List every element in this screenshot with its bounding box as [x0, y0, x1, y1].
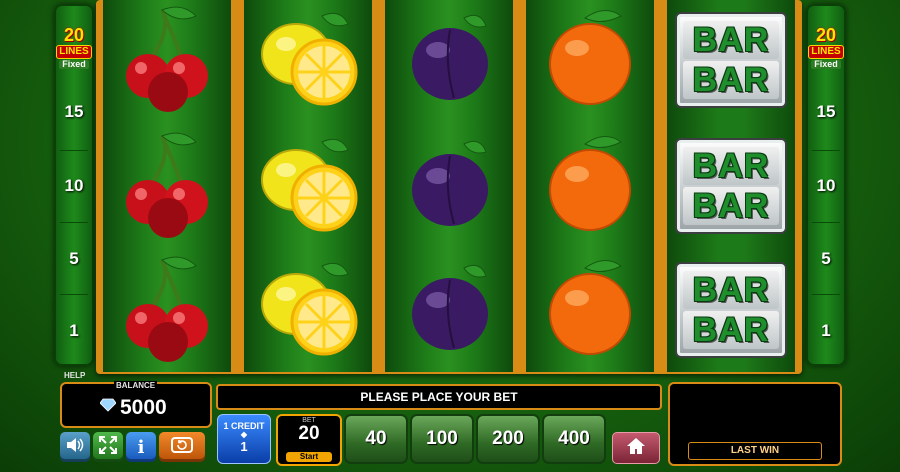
bar-text: BAR	[683, 271, 779, 309]
bet-start-button[interactable]: BET 20 Start	[276, 414, 342, 466]
info-button[interactable]: i	[126, 432, 156, 462]
message-bar: PLEASE PLACE YOUR BET	[216, 384, 662, 410]
help-label: HELP	[64, 371, 86, 380]
reel-3	[385, 0, 513, 372]
reel-1	[103, 0, 231, 372]
speaker-icon	[66, 437, 84, 458]
coin-icon: ◆	[240, 430, 248, 439]
bar-symbol: BAR BAR	[667, 252, 795, 372]
line-number: 5	[821, 249, 831, 268]
orange-icon	[526, 128, 654, 248]
plum-icon	[385, 252, 513, 372]
bar-symbol: BAR BAR	[667, 128, 795, 248]
lines-badge: 20 LINES Fixed	[806, 26, 846, 69]
lines-panel-right: 20 LINES Fixed 15 10 5 1	[806, 4, 846, 366]
sound-button[interactable]	[60, 432, 90, 462]
bet-option-button[interactable]: 100	[410, 414, 474, 464]
bet-value: 20	[298, 423, 320, 444]
reel-2	[244, 0, 372, 372]
lines-count: 20	[63, 25, 85, 45]
plum-icon	[385, 128, 513, 248]
lines-word: LINES	[808, 45, 844, 59]
diamond-icon	[99, 398, 117, 417]
line-number: 5	[69, 249, 79, 268]
orange-icon	[526, 2, 654, 122]
reel-4	[526, 0, 654, 372]
bar-text: BAR	[683, 21, 779, 59]
lines-fixed: Fixed	[811, 60, 841, 69]
bar-text: BAR	[683, 147, 779, 185]
bet-option-button[interactable]: 400	[542, 414, 606, 464]
bet-option-button[interactable]: 40	[344, 414, 408, 464]
balance-label: BALANCE	[114, 381, 158, 390]
cherry-icon	[103, 2, 231, 122]
fullscreen-button[interactable]	[93, 432, 123, 462]
autoplay-icon	[171, 436, 193, 458]
orange-icon	[526, 252, 654, 372]
line-number: 10	[816, 176, 836, 195]
lines-fixed: Fixed	[59, 60, 89, 69]
win-display: LAST WIN	[668, 382, 842, 466]
lines-word: LINES	[56, 45, 92, 59]
lines-count: 20	[815, 25, 837, 45]
plum-icon	[385, 2, 513, 122]
info-icon: i	[137, 436, 145, 458]
bar-text: BAR	[683, 311, 779, 349]
last-win-label: LAST WIN	[688, 442, 822, 460]
home-icon	[626, 437, 646, 460]
bet-option-button[interactable]: 200	[476, 414, 540, 464]
lines-badge: 20 LINES Fixed	[54, 26, 94, 69]
credit-value: 1	[240, 439, 248, 454]
balance-box: BALANCE 5000	[60, 381, 212, 428]
line-number: 1	[69, 321, 79, 340]
line-number: 10	[64, 176, 84, 195]
lemon-icon	[244, 252, 372, 372]
line-number: 15	[64, 102, 84, 121]
lines-panel-left: 20 LINES Fixed 15 10 5 1	[54, 4, 94, 366]
home-button[interactable]	[612, 432, 660, 464]
bar-symbol: BAR BAR	[667, 2, 795, 122]
cherry-icon	[103, 252, 231, 372]
lemon-icon	[244, 128, 372, 248]
cherry-icon	[103, 128, 231, 248]
line-number: 1	[821, 321, 831, 340]
balance-value: 5000	[120, 396, 167, 419]
expand-icon	[99, 435, 117, 459]
reel-frame: BAR BAR BAR BAR BAR BAR	[96, 0, 802, 374]
line-number: 15	[816, 102, 836, 121]
credit-value-button[interactable]: 1 CREDIT ◆ 1	[217, 414, 271, 464]
reel-5: BAR BAR BAR BAR BAR BAR	[667, 0, 795, 372]
bar-text: BAR	[683, 187, 779, 225]
start-label: Start	[286, 452, 332, 462]
bar-text: BAR	[683, 61, 779, 99]
autoplay-button[interactable]	[159, 432, 205, 462]
lemon-icon	[244, 2, 372, 122]
